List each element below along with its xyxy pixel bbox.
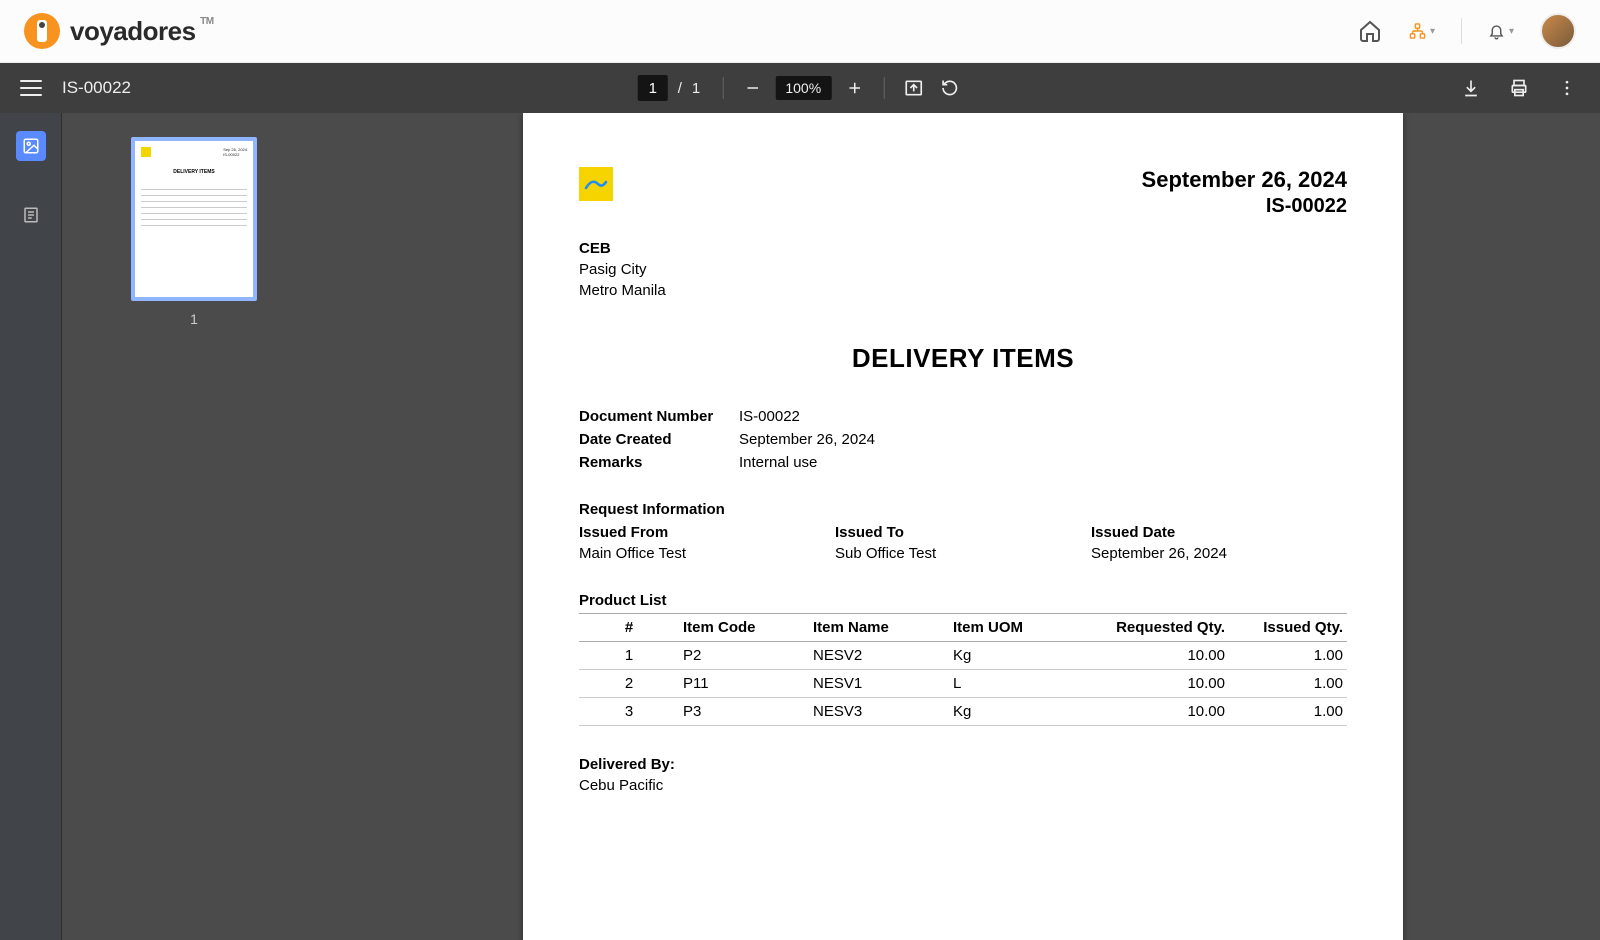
cell-req: 10.00 <box>1069 670 1229 698</box>
page-thumbnail-1[interactable]: Sep 26, 2024IS-00022 DELIVERY ITEMS <box>131 137 257 301</box>
table-row: 3P3NESV3Kg10.001.00 <box>579 698 1347 726</box>
document-main-title: DELIVERY ITEMS <box>579 343 1347 374</box>
cell-name: NESV3 <box>809 698 949 726</box>
more-icon[interactable] <box>1554 75 1580 101</box>
table-row: 1P2NESV2Kg10.001.00 <box>579 642 1347 670</box>
col-iss: Issued Qty. <box>1229 614 1347 642</box>
company-name: CEB <box>579 238 1347 259</box>
cell-name: NESV2 <box>809 642 949 670</box>
cell-uom: Kg <box>949 642 1069 670</box>
pdf-toolbar: IS-00022 / 1 100% <box>0 63 1600 113</box>
meta-value: September 26, 2024 <box>739 431 875 448</box>
meta-label: Document Number <box>579 408 739 425</box>
zoom-out-icon[interactable] <box>739 75 765 101</box>
chevron-down-icon: ▾ <box>1509 26 1514 37</box>
issued-from-label: Issued From <box>579 524 835 541</box>
side-rail <box>0 113 62 940</box>
cell-num: 3 <box>579 698 679 726</box>
bell-icon[interactable]: ▾ <box>1488 18 1514 44</box>
col-name: Item Name <box>809 614 949 642</box>
meta-value: Internal use <box>739 454 817 471</box>
company-region: Metro Manila <box>579 280 1347 301</box>
cell-num: 2 <box>579 670 679 698</box>
outline-tab-icon[interactable] <box>17 201 45 229</box>
cell-name: NESV1 <box>809 670 949 698</box>
cell-iss: 1.00 <box>1229 698 1347 726</box>
cell-uom: Kg <box>949 698 1069 726</box>
fit-page-icon[interactable] <box>900 75 926 101</box>
brand-name: voyadoresTM <box>70 16 196 47</box>
products-table: # Item Code Item Name Item UOM Requested… <box>579 613 1347 726</box>
cell-req: 10.00 <box>1069 698 1229 726</box>
thumbnail-number: 1 <box>190 311 198 327</box>
cell-uom: L <box>949 670 1069 698</box>
menu-icon[interactable] <box>20 77 42 99</box>
page-canvas[interactable]: September 26, 2024 IS-00022 CEB Pasig Ci… <box>326 113 1600 940</box>
viewer-body: Sep 26, 2024IS-00022 DELIVERY ITEMS 1 Se… <box>0 113 1600 940</box>
company-city: Pasig City <box>579 259 1347 280</box>
page-number-input[interactable] <box>638 75 668 101</box>
issued-from-value: Main Office Test <box>579 545 835 562</box>
print-icon[interactable] <box>1506 75 1532 101</box>
thumbnails-tab-icon[interactable] <box>16 131 46 161</box>
cell-code: P3 <box>679 698 809 726</box>
cell-num: 1 <box>579 642 679 670</box>
company-block: CEB Pasig City Metro Manila <box>579 238 1347 301</box>
col-uom: Item UOM <box>949 614 1069 642</box>
avatar[interactable] <box>1540 13 1576 49</box>
home-icon[interactable] <box>1357 18 1383 44</box>
cell-code: P11 <box>679 670 809 698</box>
issued-date-label: Issued Date <box>1091 524 1347 541</box>
table-row: 2P11NESV1L10.001.00 <box>579 670 1347 698</box>
sitemap-icon[interactable]: ▾ <box>1409 18 1435 44</box>
issued-to-label: Issued To <box>835 524 1091 541</box>
col-req: Requested Qty. <box>1069 614 1229 642</box>
issued-to-value: Sub Office Test <box>835 545 1091 562</box>
zoom-level: 100% <box>775 76 831 100</box>
cell-code: P2 <box>679 642 809 670</box>
header-number: IS-00022 <box>1142 195 1347 218</box>
thumbnail-panel: Sep 26, 2024IS-00022 DELIVERY ITEMS 1 <box>62 113 326 940</box>
col-code: Item Code <box>679 614 809 642</box>
issued-date-value: September 26, 2024 <box>1091 545 1347 562</box>
zoom-in-icon[interactable] <box>841 75 867 101</box>
page-separator: / <box>678 80 682 97</box>
request-info: Request Information Issued From Main Offi… <box>579 501 1347 562</box>
cell-req: 10.00 <box>1069 642 1229 670</box>
chevron-down-icon: ▾ <box>1430 26 1435 37</box>
brand-logo-icon <box>24 13 60 49</box>
product-list-title: Product List <box>579 592 1347 609</box>
meta-label: Remarks <box>579 454 739 471</box>
col-num: # <box>579 614 679 642</box>
cell-iss: 1.00 <box>1229 642 1347 670</box>
meta-label: Date Created <box>579 431 739 448</box>
company-logo-icon <box>579 167 613 201</box>
meta-block: Document NumberIS-00022 Date CreatedSept… <box>579 408 1347 471</box>
delivered-by: Cebu Pacific <box>579 777 1347 794</box>
page-total: 1 <box>692 80 700 97</box>
download-icon[interactable] <box>1458 75 1484 101</box>
separator <box>1461 18 1462 44</box>
document-page: September 26, 2024 IS-00022 CEB Pasig Ci… <box>523 113 1403 940</box>
rotate-icon[interactable] <box>936 75 962 101</box>
delivered-label: Delivered By: <box>579 756 1347 773</box>
delivered-block: Delivered By: Cebu Pacific <box>579 756 1347 794</box>
header-actions: ▾ ▾ <box>1357 13 1576 49</box>
request-title: Request Information <box>579 501 1347 518</box>
cell-iss: 1.00 <box>1229 670 1347 698</box>
meta-value: IS-00022 <box>739 408 800 425</box>
app-header: voyadoresTM ▾ ▾ <box>0 0 1600 63</box>
header-date: September 26, 2024 <box>1142 167 1347 193</box>
document-title: IS-00022 <box>62 78 131 98</box>
brand-block[interactable]: voyadoresTM <box>24 13 196 49</box>
